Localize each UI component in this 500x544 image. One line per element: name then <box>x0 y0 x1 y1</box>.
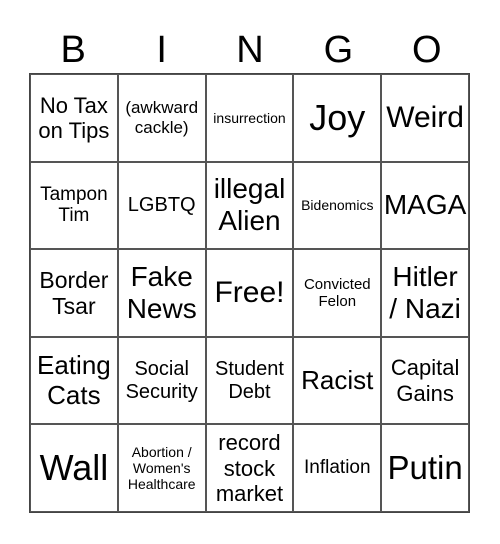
bingo-cell[interactable]: illegal Alien <box>205 161 294 250</box>
bingo-cell-text: Border Tsar <box>39 266 109 319</box>
bingo-cell-text: Student Debt <box>215 357 284 403</box>
bingo-cell[interactable]: Eating Cats <box>30 336 118 425</box>
bingo-cell-text: Wall <box>39 447 109 489</box>
bingo-cell-text: Tampon Tim <box>40 183 108 227</box>
bingo-cell[interactable]: Capital Gains <box>381 336 469 425</box>
header-letter-n: N <box>236 29 264 71</box>
header-letter-g: G <box>323 29 354 71</box>
bingo-cell-text: Convicted Felon <box>303 275 371 310</box>
bingo-cell[interactable]: Social Security <box>117 336 206 425</box>
bingo-cell-text: Inflation <box>304 457 371 479</box>
bingo-cell[interactable]: Tampon Tim <box>30 161 118 250</box>
bingo-cell-text: insurrection <box>213 109 286 126</box>
bingo-cell-text: Fake News <box>126 260 197 324</box>
bingo-cell-text: Joy <box>309 97 366 139</box>
bingo-cell-text: Hitler / Nazi <box>389 260 461 324</box>
bingo-cell-text: Weird <box>386 100 464 134</box>
bingo-cell[interactable]: insurrection <box>205 74 294 162</box>
bingo-cell-text: Eating Cats <box>37 349 111 410</box>
bingo-cell-text: No Tax on Tips <box>38 92 110 143</box>
bingo-cell[interactable]: No Tax on Tips <box>30 74 118 162</box>
bingo-cell[interactable]: MAGA <box>381 161 469 250</box>
bingo-cell[interactable]: Student Debt <box>205 336 294 425</box>
bingo-cell-text: Putin <box>387 449 463 487</box>
bingo-cell-text: illegal Alien <box>213 173 286 237</box>
header-letter-i: I <box>156 29 167 71</box>
bingo-cell[interactable]: Fake News <box>117 249 206 337</box>
bingo-cell[interactable]: Convicted Felon <box>293 249 382 337</box>
bingo-cell[interactable]: Hitler / Nazi <box>381 249 469 337</box>
bingo-cell[interactable]: (awkward cackle) <box>117 74 206 162</box>
bingo-cell-text: (awkward cackle) <box>125 98 199 137</box>
bingo-cell[interactable]: Free! <box>205 249 294 337</box>
bingo-cell[interactable]: Abortion / Women's Healthcare <box>117 424 206 512</box>
bingo-cell[interactable]: Joy <box>293 74 382 162</box>
bingo-cell[interactable]: Bidenomics <box>293 161 382 250</box>
bingo-cell[interactable]: LGBTQ <box>117 161 206 250</box>
bingo-cell-text: record stock market <box>215 430 284 506</box>
bingo-cell[interactable]: Putin <box>381 424 469 512</box>
bingo-cell-text: Free! <box>214 275 285 309</box>
header-letter-o: O <box>412 29 442 71</box>
bingo-cell[interactable]: Border Tsar <box>30 249 118 337</box>
bingo-cell-text: Social Security <box>125 357 198 403</box>
bingo-cell-text: Abortion / Women's Healthcare <box>127 444 196 493</box>
bingo-cell-text: Bidenomics <box>301 197 374 214</box>
bingo-cell[interactable]: Weird <box>381 74 469 162</box>
bingo-cell-text: Racist <box>301 364 374 395</box>
bingo-cell[interactable]: record stock market <box>205 424 294 512</box>
bingo-header: B I N G O <box>29 28 471 73</box>
bingo-cell[interactable]: Inflation <box>293 424 382 512</box>
bingo-cell-text: LGBTQ <box>127 193 196 216</box>
bingo-cell[interactable]: Racist <box>293 336 382 425</box>
bingo-cell-text: Capital Gains <box>390 355 460 406</box>
header-letter-b: B <box>60 29 86 71</box>
bingo-card-grid: No Tax on Tips (awkward cackle) insurrection… <box>29 73 470 513</box>
bingo-cell[interactable]: Wall <box>30 424 118 512</box>
bingo-cell-text: MAGA <box>383 189 467 221</box>
